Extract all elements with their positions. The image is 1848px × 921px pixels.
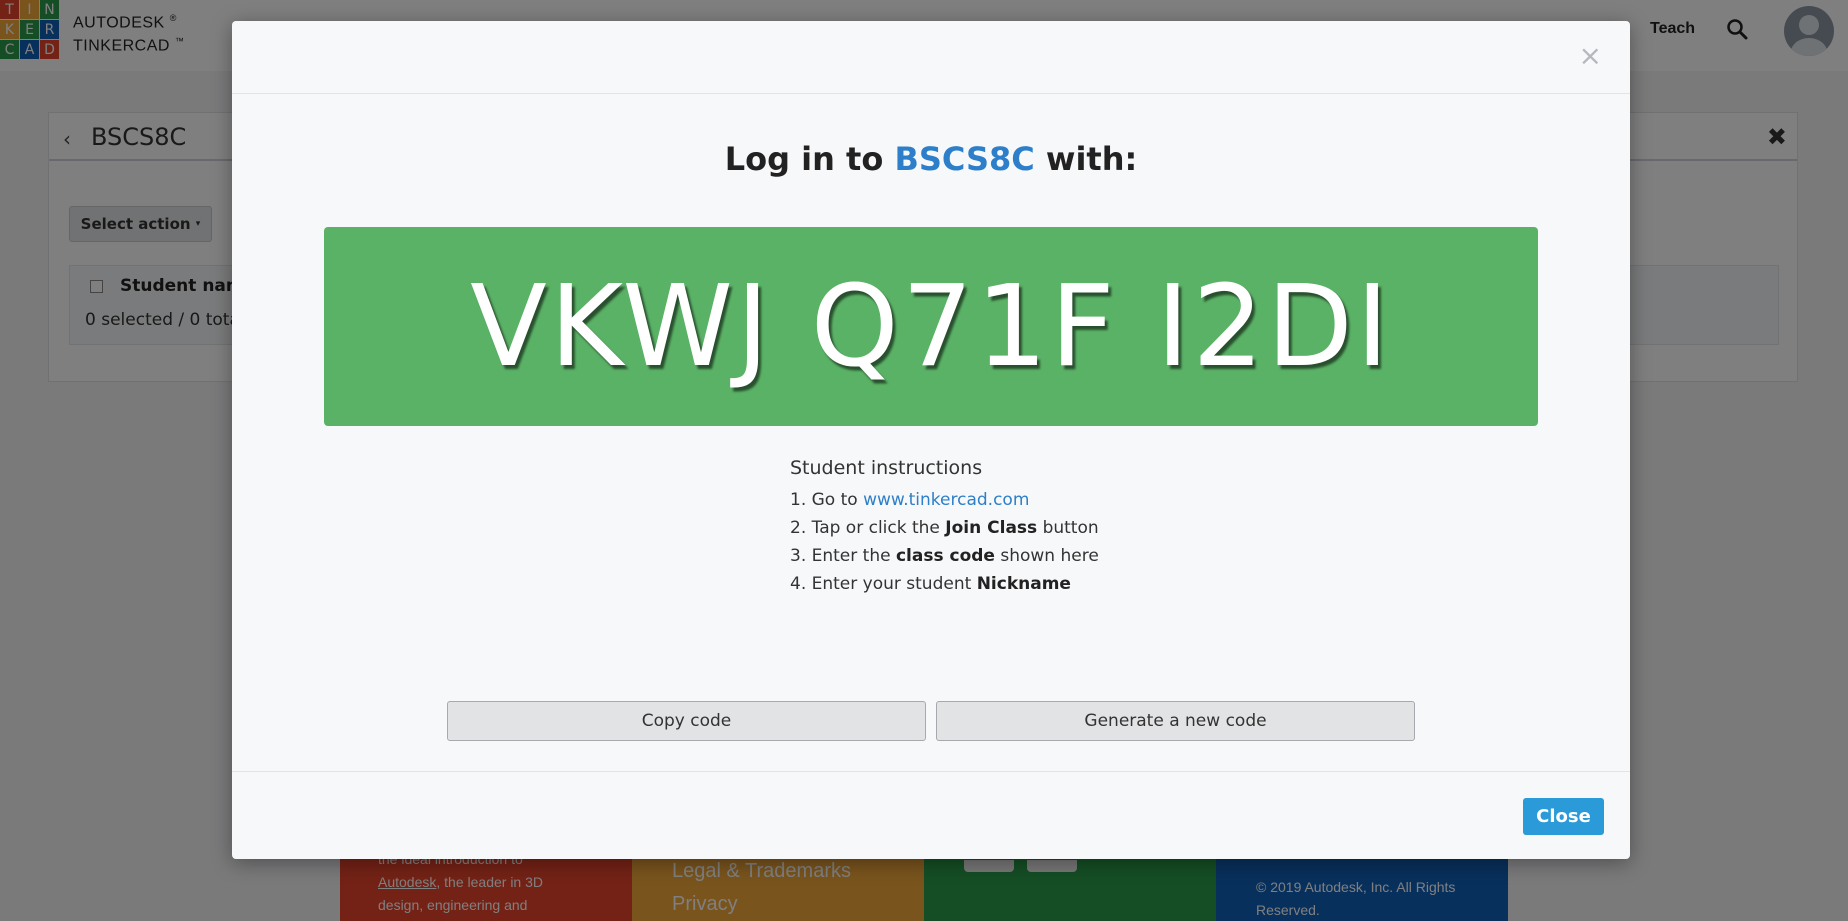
modal-header: × [232, 21, 1630, 94]
class-code-box: VKWJ Q71F I2DI [324, 227, 1538, 426]
close-icon[interactable]: × [1579, 39, 1602, 72]
class-code: VKWJ Q71F I2DI [470, 261, 1392, 392]
modal-footer-divider [232, 771, 1630, 772]
copy-code-button[interactable]: Copy code [447, 701, 926, 741]
instruction-step: 4. Enter your student Nickname [790, 570, 1099, 598]
tinkercad-link[interactable]: www.tinkercad.com [863, 490, 1029, 510]
step-text: 3. Enter the [790, 546, 896, 566]
step-text: shown here [994, 546, 1099, 566]
step-bold: class code [895, 546, 995, 566]
step-text: 1. Go to [790, 490, 864, 510]
instruction-step: 3. Enter the class code shown here [790, 542, 1099, 570]
student-instructions: Student instructions 1. Go to www.tinker… [790, 457, 1099, 598]
instructions-list: 1. Go to www.tinkercad.com 2. Tap or cli… [790, 486, 1099, 598]
instruction-step: 1. Go to www.tinkercad.com [790, 486, 1099, 514]
class-code-modal: × Log in to BSCS8C with: VKWJ Q71F I2DI … [232, 21, 1630, 859]
login-title-suffix: with: [1034, 140, 1138, 178]
step-bold: Nickname [976, 574, 1071, 594]
login-title-prefix: Log in to [724, 140, 895, 178]
step-bold: Join Class [945, 518, 1038, 538]
instructions-heading: Student instructions [790, 457, 983, 479]
generate-new-code-button[interactable]: Generate a new code [936, 701, 1415, 741]
step-text: 2. Tap or click the [790, 518, 946, 538]
close-button[interactable]: Close [1523, 798, 1604, 835]
instruction-step: 2. Tap or click the Join Class button [790, 514, 1099, 542]
class-name: BSCS8C [894, 140, 1035, 178]
login-title: Log in to BSCS8C with: [232, 140, 1630, 178]
step-text: 4. Enter your student [790, 574, 977, 594]
step-text: button [1037, 518, 1099, 538]
